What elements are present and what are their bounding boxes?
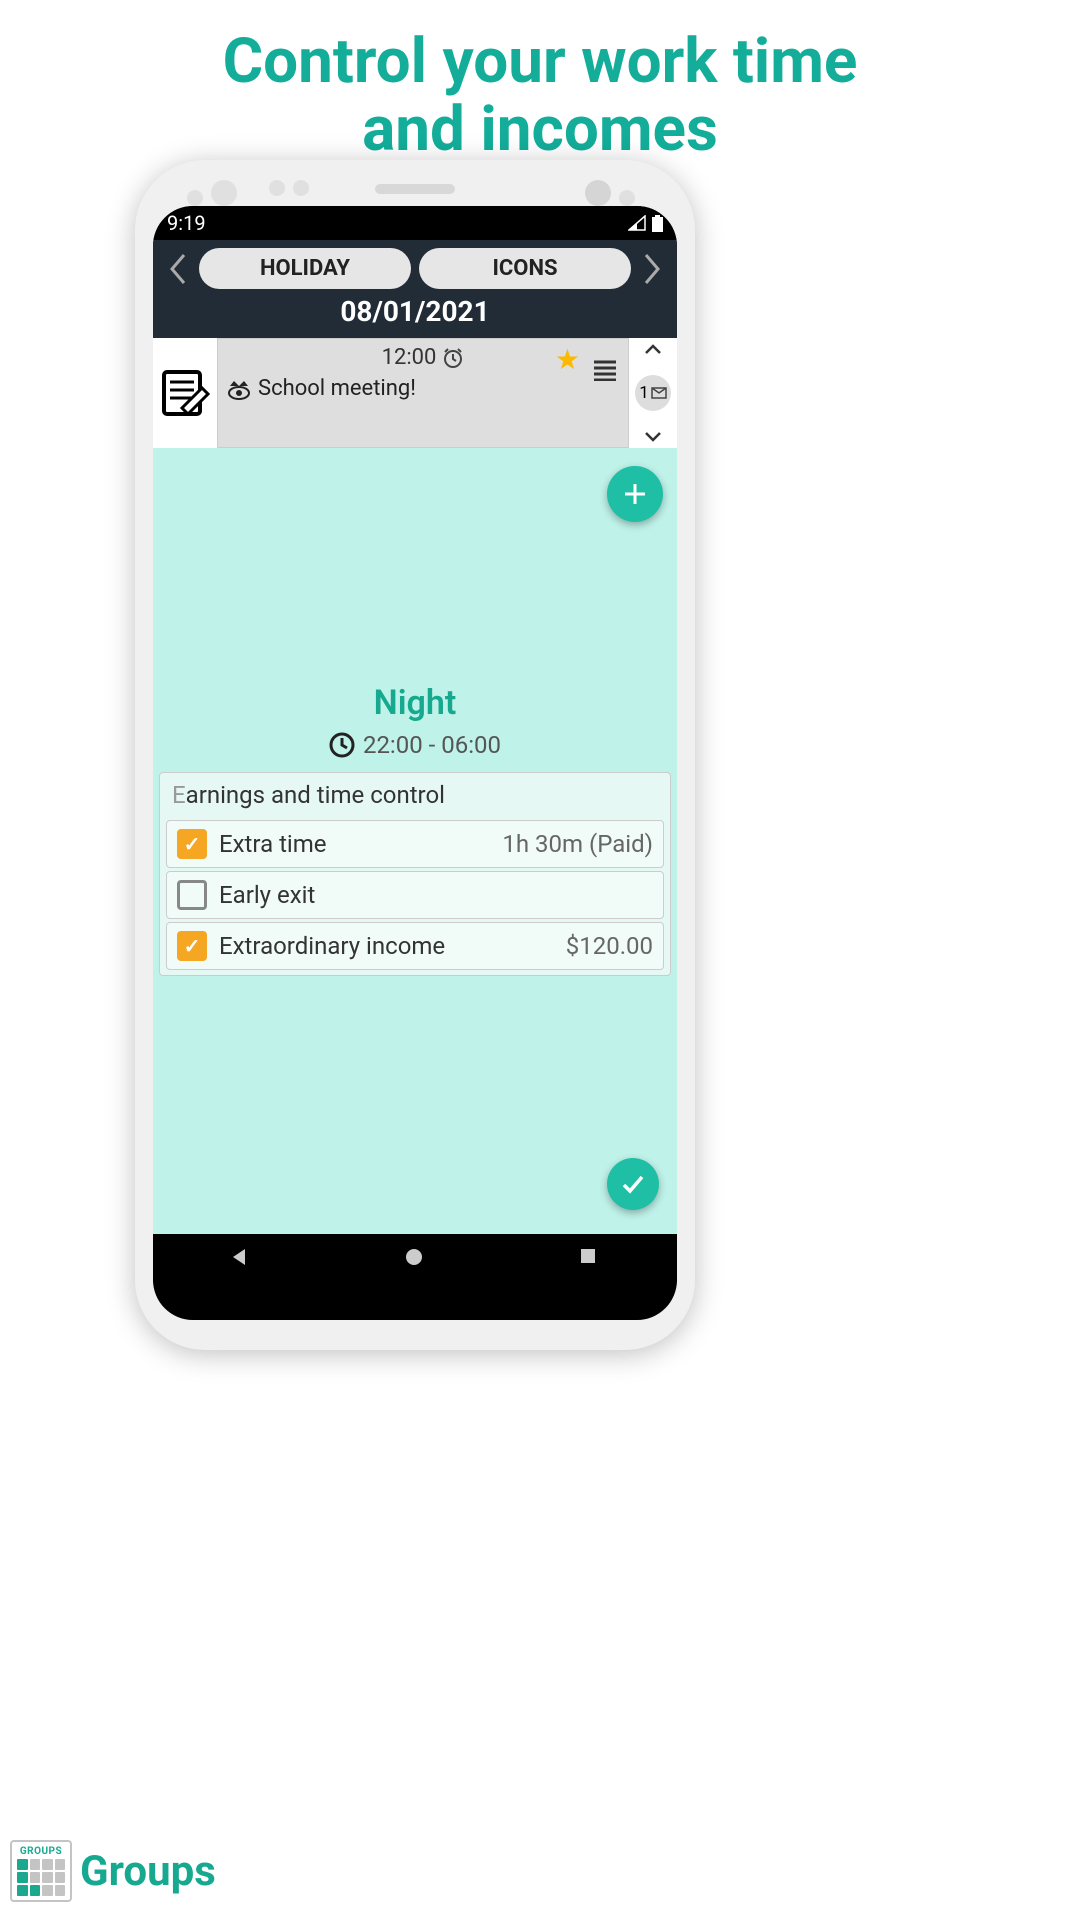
android-status-bar: 9:19 (153, 206, 677, 240)
checkbox-icon[interactable] (177, 829, 207, 859)
promo-line1: Control your work time (223, 25, 858, 98)
mail-count-badge[interactable]: 1 (635, 375, 671, 411)
prev-chevron[interactable] (163, 249, 191, 289)
status-time: 9:19 (167, 211, 206, 235)
mail-icon (651, 387, 667, 399)
icons-button[interactable]: ICONS (419, 248, 631, 289)
row-label: Extra time (219, 830, 327, 858)
note-time: 12:00 (382, 345, 437, 370)
app-header: HOLIDAY ICONS 08/01/2021 (153, 240, 677, 338)
earnings-title: Earnings and time control (160, 779, 670, 817)
alarm-icon (442, 347, 464, 369)
next-chevron[interactable] (639, 249, 667, 289)
logo-label: GROUPS (17, 1846, 65, 1857)
star-icon[interactable]: ★ (555, 343, 580, 376)
note-drag-icon[interactable] (592, 359, 618, 381)
chevron-down-icon[interactable] (643, 430, 663, 444)
row-value: $120.00 (566, 932, 653, 960)
earnings-row-early-exit[interactable]: Early exit (166, 871, 664, 919)
earnings-panel: Earnings and time control Extra time 1h … (159, 772, 671, 976)
promo-heading: Control your work time and incomes (0, 0, 1080, 164)
add-fab[interactable] (607, 466, 663, 522)
brand-name: Groups (80, 1847, 216, 1896)
chevron-right-icon (642, 251, 664, 287)
nav-back-icon[interactable] (229, 1247, 251, 1269)
android-nav-bar (153, 1234, 677, 1282)
row-label: Early exit (219, 881, 315, 909)
battery-icon (652, 215, 663, 232)
badge-number: 1 (639, 383, 649, 403)
phone-mockup: 9:19 HOLIDAY ICONS 08/01/2021 (135, 160, 695, 1350)
chevron-left-icon (166, 251, 188, 287)
chevron-up-icon[interactable] (643, 342, 663, 356)
signal-icon (628, 215, 646, 231)
plus-icon (621, 480, 649, 508)
logo-icon: GROUPS (10, 1840, 72, 1902)
checkbox-icon[interactable] (177, 931, 207, 961)
nav-recents-icon[interactable] (579, 1247, 601, 1269)
earnings-row-extra-time[interactable]: Extra time 1h 30m (Paid) (166, 820, 664, 868)
row-label: Extraordinary income (219, 932, 445, 960)
eye-crown-icon (226, 378, 252, 400)
note-card[interactable]: 12:00 School meeting! ★ (217, 338, 629, 448)
day-content: Night 22:00 - 06:00 Earnings and time co… (153, 448, 677, 1234)
holiday-button[interactable]: HOLIDAY (199, 248, 411, 289)
notes-icon[interactable] (158, 366, 212, 420)
nav-home-icon[interactable] (404, 1247, 426, 1269)
confirm-fab[interactable] (607, 1158, 659, 1210)
current-date: 08/01/2021 (163, 295, 667, 328)
clock-icon (329, 732, 355, 758)
check-icon (619, 1170, 647, 1198)
shift-name: Night (153, 683, 677, 723)
row-value: 1h 30m (Paid) (502, 830, 653, 858)
footer-brand: GROUPS Groups (10, 1840, 216, 1902)
shift-time-range: 22:00 - 06:00 (363, 731, 501, 759)
note-text: School meeting! (258, 376, 416, 401)
checkbox-icon[interactable] (177, 880, 207, 910)
earnings-row-extraordinary-income[interactable]: Extraordinary income $120.00 (166, 922, 664, 970)
note-strip: 12:00 School meeting! ★ 1 (153, 338, 677, 448)
promo-line2: and incomes (362, 93, 718, 166)
